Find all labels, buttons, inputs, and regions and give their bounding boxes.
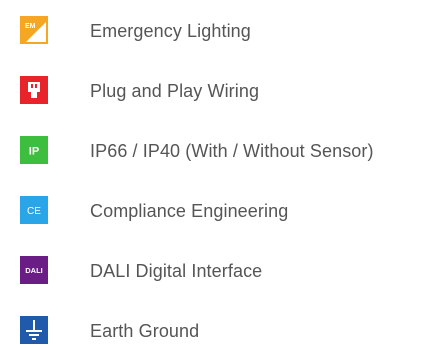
feature-plug-and-play: Plug and Play Wiring: [0, 76, 443, 116]
feature-ip-rating: IP IP66 / IP40 (With / Without Sensor): [0, 136, 443, 176]
dali-icon: DALI: [20, 256, 48, 284]
feature-label: Earth Ground: [90, 321, 200, 341]
plug-icon: [20, 76, 48, 104]
feature-emergency-lighting: EM Emergency Lighting: [0, 16, 443, 56]
dali-icon-text: DALI: [25, 266, 43, 275]
feature-dali: DALI DALI Digital Interface: [0, 256, 443, 296]
earth-ground-icon: [20, 316, 48, 344]
feature-list: EM Emergency Lighting Plug and Play Wiri…: [0, 0, 443, 353]
feature-label: Compliance Engineering: [90, 201, 289, 221]
feature-label: Emergency Lighting: [90, 21, 251, 41]
feature-label: IP66 / IP40 (With / Without Sensor): [90, 141, 374, 161]
feature-label: DALI Digital Interface: [90, 261, 263, 281]
ce-icon-text: CE: [27, 206, 41, 217]
emergency-icon-text: EM: [25, 23, 36, 30]
feature-compliance: CE Compliance Engineering: [0, 196, 443, 236]
ip-rating-icon: IP: [20, 136, 48, 164]
ip-icon-text: IP: [29, 146, 39, 158]
emergency-lighting-icon: EM: [20, 16, 48, 44]
feature-label: Plug and Play Wiring: [90, 81, 260, 101]
feature-earth-ground: Earth Ground: [0, 316, 443, 356]
ce-mark-icon: CE: [20, 196, 48, 224]
